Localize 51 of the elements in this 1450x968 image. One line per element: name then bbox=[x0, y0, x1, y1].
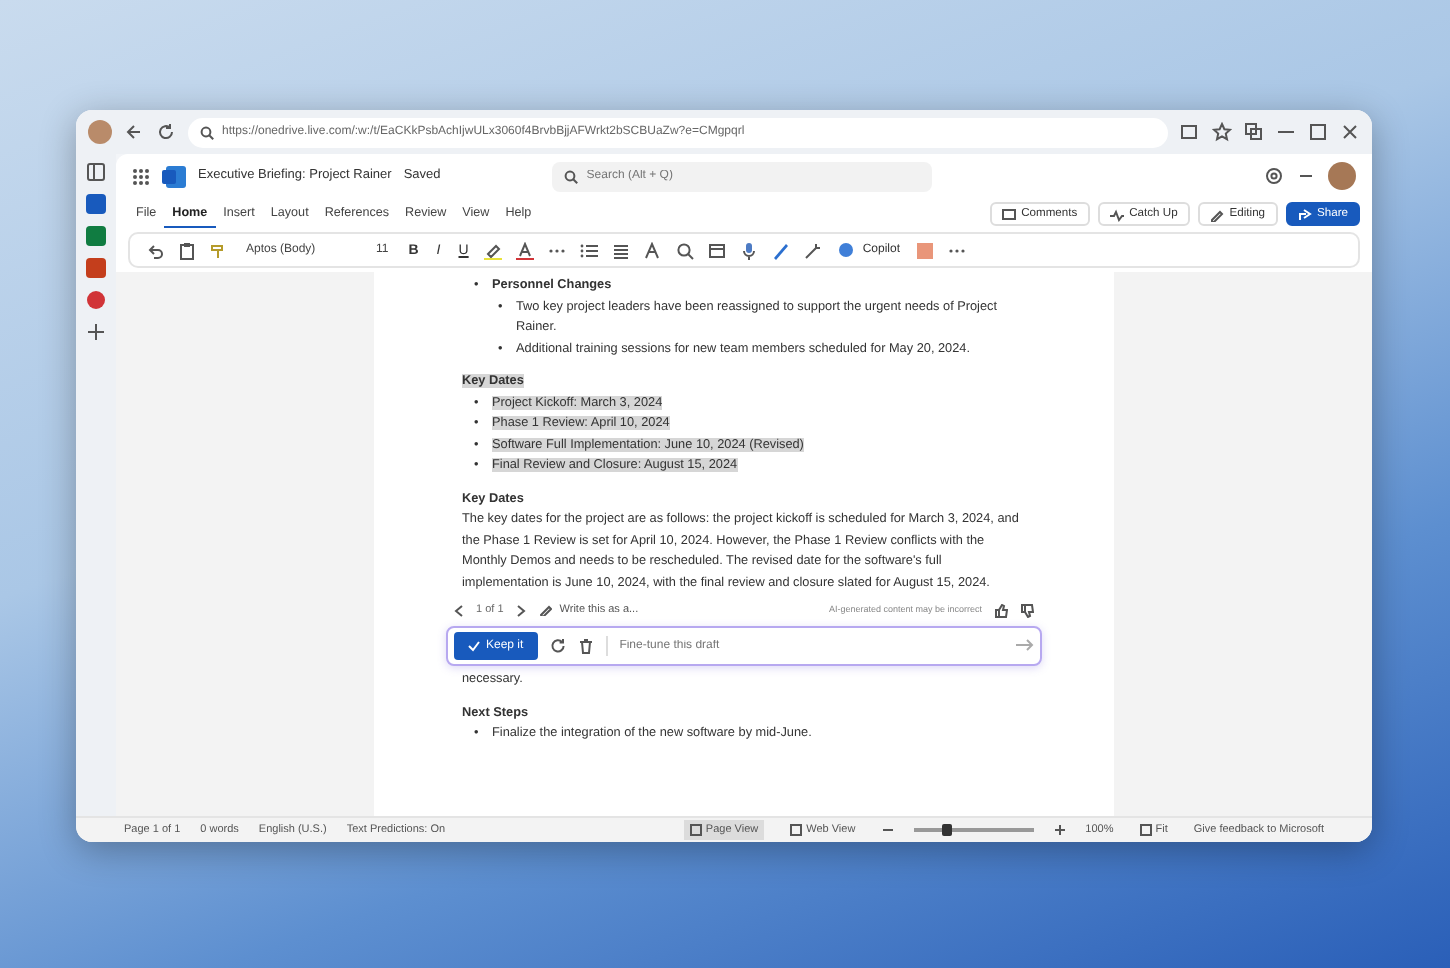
share-icon bbox=[1297, 207, 1312, 221]
favorite-icon[interactable] bbox=[1212, 122, 1232, 142]
paste-icon[interactable] bbox=[178, 241, 196, 259]
check-icon bbox=[468, 639, 480, 652]
regenerate-icon[interactable] bbox=[549, 637, 566, 654]
pulse-icon bbox=[1109, 207, 1124, 221]
comment-icon bbox=[1001, 207, 1016, 221]
align-icon[interactable] bbox=[612, 241, 631, 259]
excel-app-icon[interactable] bbox=[86, 226, 106, 246]
sidebar-toggle-icon[interactable] bbox=[86, 162, 106, 182]
find-icon[interactable] bbox=[676, 241, 695, 259]
thumbs-down-icon[interactable] bbox=[1020, 603, 1034, 618]
zoom-thumb[interactable] bbox=[942, 824, 953, 836]
user-avatar[interactable] bbox=[1328, 162, 1356, 190]
designer-icon[interactable] bbox=[772, 241, 791, 259]
bullets-icon[interactable] bbox=[580, 241, 599, 259]
copilot-icon bbox=[838, 242, 855, 258]
highlighter-icon[interactable] bbox=[484, 241, 503, 259]
settings-icon[interactable] bbox=[1264, 166, 1284, 186]
fit-icon bbox=[1139, 824, 1152, 836]
pencil-icon bbox=[1209, 207, 1224, 221]
styles-icon[interactable] bbox=[644, 241, 663, 259]
word-app-icon[interactable] bbox=[86, 194, 106, 214]
powerpoint-app-icon[interactable] bbox=[86, 258, 106, 278]
font-color-icon[interactable] bbox=[516, 241, 535, 259]
next-icon[interactable] bbox=[515, 603, 526, 618]
back-icon[interactable] bbox=[124, 122, 144, 142]
delete-icon[interactable] bbox=[577, 637, 594, 654]
format-painter-icon[interactable] bbox=[210, 241, 228, 259]
microphone-icon[interactable] bbox=[740, 241, 759, 259]
previous-icon[interactable] bbox=[454, 603, 464, 618]
word-logo-icon bbox=[162, 165, 186, 187]
page-view-icon bbox=[689, 824, 702, 836]
web-view-icon bbox=[790, 824, 803, 836]
magic-wand-icon[interactable] bbox=[804, 241, 823, 259]
reader-icon[interactable] bbox=[1180, 122, 1200, 142]
collections-icon[interactable] bbox=[1244, 122, 1264, 142]
app-launcher-icon[interactable] bbox=[132, 167, 150, 185]
layout-icon[interactable] bbox=[708, 241, 727, 259]
profile-avatar[interactable] bbox=[88, 120, 112, 144]
pencil-icon bbox=[539, 604, 552, 617]
search-icon bbox=[200, 125, 214, 139]
thumbs-up-icon[interactable] bbox=[994, 603, 1008, 618]
close-icon[interactable] bbox=[1340, 122, 1360, 142]
add-icon[interactable] bbox=[86, 322, 106, 342]
refresh-icon[interactable] bbox=[156, 122, 176, 142]
zoom-in-icon[interactable] bbox=[1053, 824, 1066, 836]
maximize-icon[interactable] bbox=[1308, 122, 1328, 142]
zoom-out-icon[interactable] bbox=[881, 824, 894, 836]
undo-icon[interactable] bbox=[146, 241, 164, 259]
search-icon bbox=[564, 169, 579, 183]
